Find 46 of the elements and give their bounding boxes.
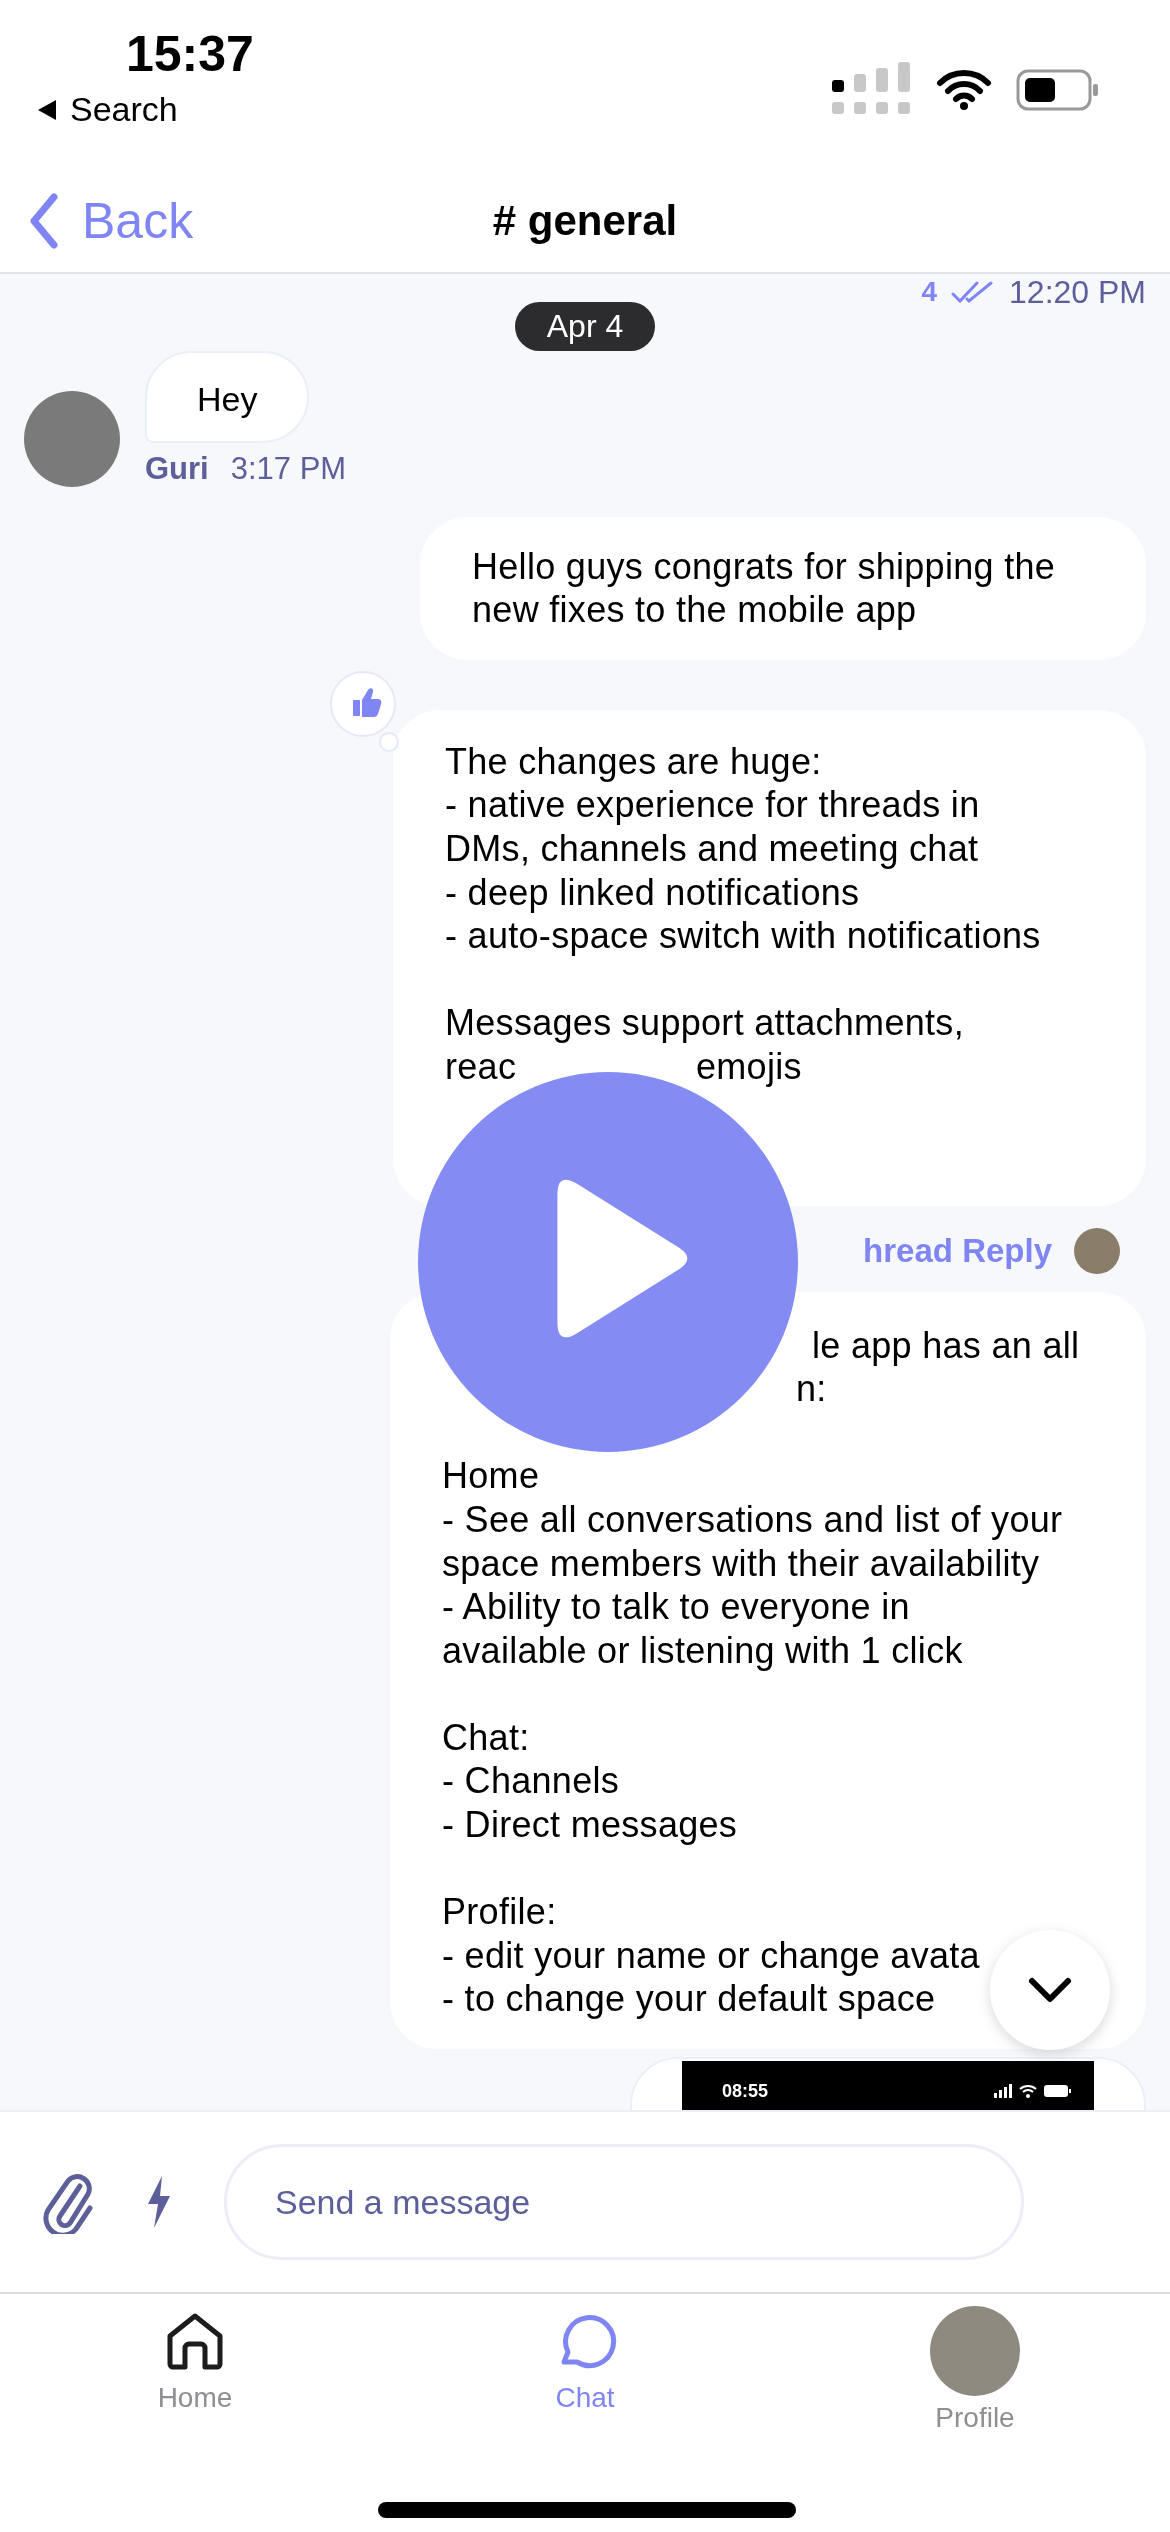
message-line: DMs, channels and meeting chat [445,826,979,871]
message-text-fragment: emojis [696,1044,802,1089]
battery-icon [1016,69,1100,111]
message-line: - to change your default space [442,1977,936,2022]
message-line: - deep linked notifications [445,870,860,915]
status-time: 15:37 [126,26,254,82]
message-line: - auto-space switch with notifications [445,914,1041,958]
message-text-fragment: reac [445,1045,517,1087]
chevron-left-icon [28,193,58,249]
back-triangle-icon [36,97,58,122]
image-message-bubble[interactable]: 08:55 [630,2057,1146,2110]
message-line: space members with their availability [442,1541,1040,1586]
message-line: The changes are huge: [445,739,822,784]
message-line: - edit your name or change avata [442,1933,980,1978]
tab-item[interactable]: Chat [390,2294,780,2530]
message-input[interactable]: Send a message [224,2144,1024,2260]
message-text-fragment: le app has an all [812,1323,1080,1368]
read-count: 4 [921,276,938,308]
message-time: 12:20 PM [1009,274,1146,311]
screenshot-time: 08:55 [722,2080,769,2102]
message-line: Home [442,1454,540,1498]
tab-item[interactable]: Home [0,2294,390,2530]
wifi-icon [936,69,992,111]
message-line: available or listening with 1 click [442,1628,963,1673]
message-line: Hello guys congrats for shipping the [472,544,1056,589]
channel-title: # general [492,197,678,244]
message-text-fragment: n: [796,1367,827,1411]
message-line: - native experience for threads in [445,783,980,827]
back-button[interactable]: Back [28,192,194,250]
message-line: Profile: [442,1890,557,1934]
thread-reply-link[interactable]: hread Reply [863,1231,1052,1270]
message-line: new fixes to the mobile app [472,588,917,632]
message-line: - See all conversations and list of your [442,1497,1063,1542]
back-to-app-link[interactable]: Search [70,90,178,129]
tab-item[interactable]: Profile [780,2294,1170,2530]
message-time: 3:17 PM [230,450,347,487]
message-line: - Direct messages [442,1803,738,1847]
message-line: Messages support attachments, [445,1001,964,1045]
date-badge: Apr 4 [514,302,656,351]
message-line: Hey [197,379,258,419]
message-line: Chat: [442,1715,530,1760]
message-line: - Channels [442,1759,620,1804]
sender-name: Guri [145,450,209,487]
chevron-down-icon [1026,1975,1074,2005]
user-avatar [1074,1227,1120,1274]
message-line: - Ability to talk to everyone in [442,1585,910,1629]
